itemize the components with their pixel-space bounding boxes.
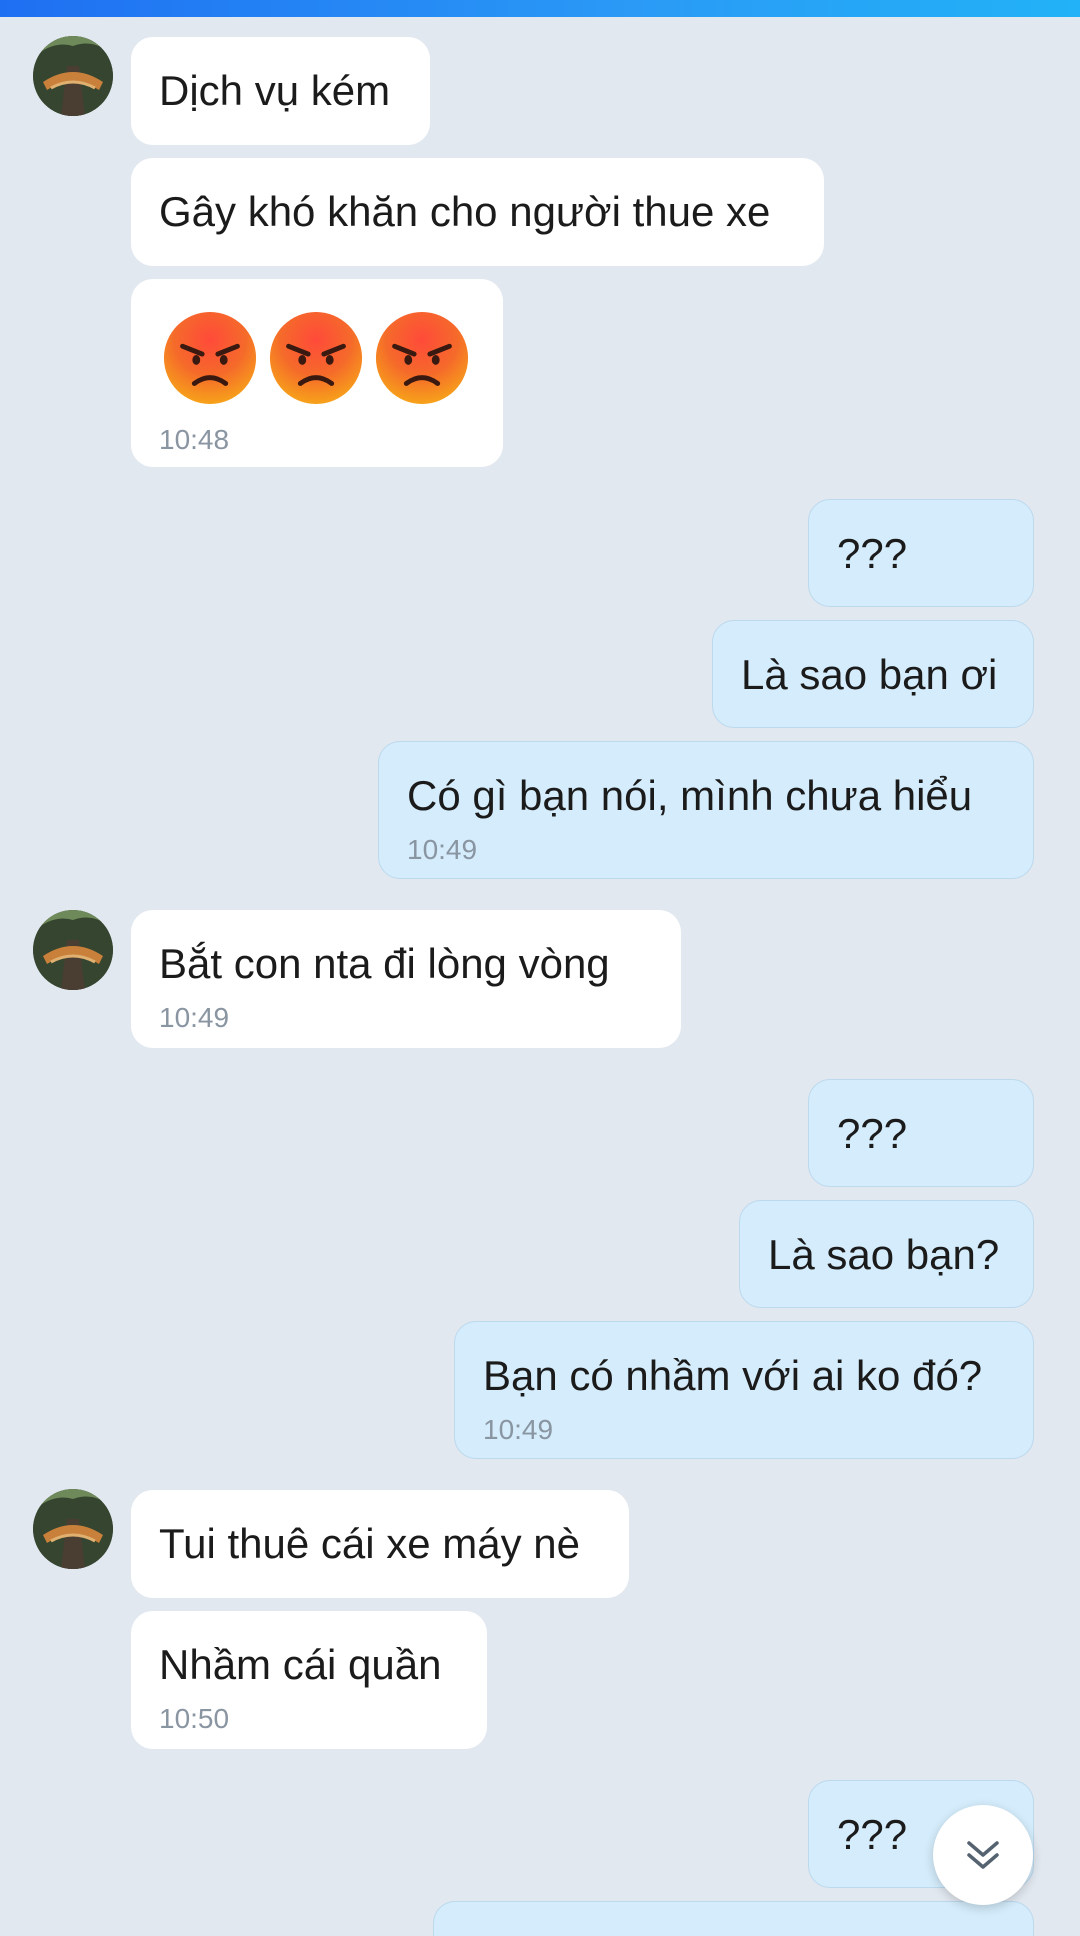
angry-face-icon [375, 311, 469, 405]
message-timestamp: 10:50 [159, 1703, 230, 1734]
message-text: Có gì bạn nói, mình chưa hiểu [407, 772, 973, 819]
message-text: Là sao bạn ơi [741, 651, 998, 698]
message-timestamp: 10:49 [159, 1002, 230, 1033]
message-timestamp: 10:48 [159, 424, 230, 455]
angry-face-icon [163, 311, 257, 405]
message-text: Dịch vụ kém [159, 67, 391, 114]
chat-message-list[interactable]: Dịch vụ kém Gây khó khăn cho người thue … [0, 17, 1080, 1936]
top-accent-bar [0, 0, 1080, 17]
message-bubble-incoming[interactable]: Bắt con nta đi lòng vòng 10:49 [131, 910, 681, 1048]
message-bubble-outgoing[interactable]: Là sao bạn ơi [712, 620, 1034, 728]
message-text: Bắt con nta đi lòng vòng [159, 940, 610, 987]
message-bubble-incoming[interactable]: Tui thuê cái xe máy nè [131, 1490, 629, 1598]
angry-face-icon [269, 311, 363, 405]
message-bubble-incoming[interactable]: Dịch vụ kém [131, 37, 430, 145]
message-bubble-outgoing[interactable]: ??? [808, 1079, 1034, 1187]
message-bubble-incoming[interactable]: Gây khó khăn cho người thue xe [131, 158, 824, 266]
message-text: ??? [837, 1811, 908, 1858]
double-chevron-down-icon [967, 1841, 999, 1869]
message-timestamp: 10:49 [407, 834, 478, 865]
message-text: Gây khó khăn cho người thue xe [159, 188, 771, 235]
emoji-row [161, 309, 471, 407]
message-text: Là sao bạn? [768, 1231, 1000, 1278]
message-bubble-outgoing[interactable]: Bạn có nhầm với ai ko đó? 10:49 [454, 1321, 1034, 1459]
message-timestamp: 10:49 [483, 1414, 554, 1445]
contact-avatar[interactable] [33, 1489, 113, 1569]
message-text: Tui thuê cái xe máy nè [159, 1520, 580, 1567]
contact-avatar[interactable] [33, 910, 113, 990]
message-bubble-outgoing[interactable]: Là sao bạn? [739, 1200, 1034, 1308]
message-bubble-outgoing-partial[interactable] [433, 1901, 1034, 1936]
message-text: Nhầm cái quần [159, 1641, 442, 1688]
scroll-to-bottom-button[interactable] [933, 1805, 1033, 1905]
contact-avatar[interactable] [33, 36, 113, 116]
message-bubble-outgoing[interactable]: ??? [808, 499, 1034, 607]
message-text: ??? [837, 530, 908, 577]
message-text: Bạn có nhầm với ai ko đó? [483, 1352, 983, 1399]
message-bubble-incoming[interactable]: Nhầm cái quần 10:50 [131, 1611, 487, 1749]
message-bubble-incoming-emoji[interactable]: 10:48 [131, 279, 503, 467]
message-bubble-outgoing[interactable]: Có gì bạn nói, mình chưa hiểu 10:49 [378, 741, 1034, 879]
message-text: ??? [837, 1110, 908, 1157]
